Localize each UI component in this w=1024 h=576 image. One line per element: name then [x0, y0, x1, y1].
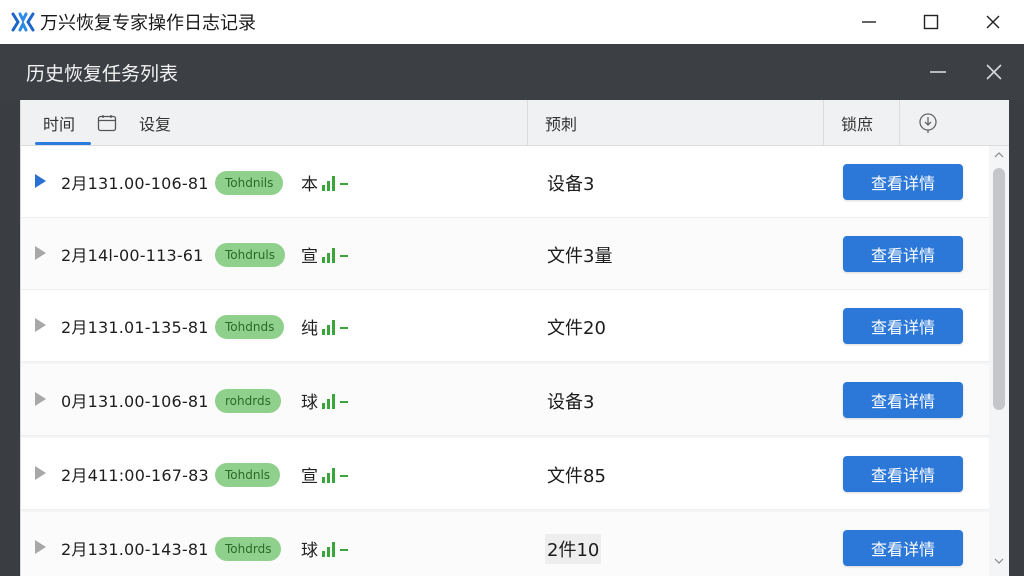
- task-time: 2月131.01-135-81: [61, 318, 209, 337]
- wondershare-logo-icon: [10, 9, 36, 35]
- table-row[interactable]: 0月131.00-106-81 rohdrds 球 设备3 查看详情: [21, 364, 989, 436]
- signal-strength-icon: [322, 319, 348, 335]
- close-icon[interactable]: [978, 56, 1010, 88]
- task-time: 2月131.00-143-81: [61, 540, 209, 559]
- task-type-label: 球: [301, 393, 318, 413]
- table-row[interactable]: 2月131.01-135-81 Tohdnds 纯 文件20 查看详情: [21, 290, 989, 362]
- view-details-button[interactable]: 查看详情: [843, 236, 963, 272]
- minimize-icon[interactable]: [922, 56, 954, 88]
- signal-strength-icon: [322, 393, 348, 409]
- task-type-label: 本: [301, 175, 318, 195]
- dialog-controls: [922, 44, 1010, 100]
- expand-arrow-icon[interactable]: [35, 540, 46, 554]
- window-titlebar: 万兴恢复专家操作日志记录: [0, 0, 1024, 44]
- task-list-panel: 时间 设复 预刺 锁庶 2月131.00-106-81 Tohdnils 本设备3 查…: [20, 100, 1009, 576]
- column-header-lock[interactable]: 锁庶: [841, 100, 873, 146]
- task-estimate: 文件3量: [547, 246, 613, 267]
- column-divider: [899, 100, 900, 146]
- scroll-down-icon[interactable]: [993, 556, 1005, 566]
- status-badge: Tohdnls: [215, 463, 281, 487]
- task-type: 球: [301, 388, 348, 413]
- maximize-icon[interactable]: [900, 0, 962, 44]
- column-divider: [527, 100, 528, 146]
- expand-arrow-icon[interactable]: [35, 246, 46, 260]
- task-rows: 2月131.00-106-81 Tohdnils 本设备3 查看详情 2月14l-00-…: [21, 146, 989, 576]
- window-title: 万兴恢复专家操作日志记录: [40, 13, 256, 34]
- task-type-label: 球: [301, 541, 318, 561]
- view-details-button[interactable]: 查看详情: [843, 164, 963, 200]
- dialog-title: 历史恢复任务列表: [26, 62, 179, 85]
- dialog-header: 历史恢复任务列表: [0, 44, 1024, 100]
- status-badge: Tohdruls: [215, 243, 285, 267]
- expand-arrow-icon[interactable]: [35, 174, 46, 188]
- active-tab-indicator: [35, 142, 91, 145]
- task-type: 本: [301, 170, 348, 195]
- task-type: 球: [301, 536, 348, 561]
- task-time: 2月411:00-167-83: [61, 466, 209, 485]
- minimize-icon[interactable]: [838, 0, 900, 44]
- table-row[interactable]: 2月131.00-106-81 Tohdnils 本 设备3 查看详情: [21, 146, 989, 218]
- scrollbar[interactable]: [989, 146, 1009, 576]
- task-estimate: 文件85: [547, 466, 606, 487]
- task-time: 2月131.00-106-81: [61, 174, 209, 193]
- view-details-button[interactable]: 查看详情: [843, 382, 963, 418]
- view-details-button[interactable]: 查看详情: [843, 530, 963, 566]
- column-divider: [823, 100, 824, 146]
- task-estimate: 2件10: [545, 534, 602, 564]
- expand-arrow-icon[interactable]: [35, 318, 46, 332]
- signal-strength-icon: [322, 541, 348, 557]
- view-details-button[interactable]: 查看详情: [843, 456, 963, 492]
- task-estimate: 设备3: [547, 174, 595, 195]
- status-badge: Tohdnils: [215, 171, 284, 195]
- expand-arrow-icon[interactable]: [35, 466, 46, 480]
- signal-strength-icon: [322, 247, 348, 263]
- task-type: 宣: [301, 462, 348, 487]
- view-details-button[interactable]: 查看详情: [843, 308, 963, 344]
- task-type-label: 宣: [301, 467, 318, 487]
- scroll-thumb[interactable]: [993, 168, 1005, 410]
- table-header: 时间 设复 预刺 锁庶: [21, 100, 1009, 146]
- task-time: 2月14l-00-113-61: [61, 246, 204, 265]
- task-estimate: 文件20: [547, 318, 606, 339]
- column-header-estimate[interactable]: 预刺: [545, 100, 577, 146]
- task-type-label: 宣: [301, 247, 318, 267]
- tab-time[interactable]: 时间: [43, 100, 75, 146]
- download-icon[interactable]: [917, 100, 939, 146]
- signal-strength-icon: [322, 467, 348, 483]
- status-badge: Tohdrds: [215, 537, 282, 561]
- status-badge: Tohdnds: [215, 315, 285, 339]
- status-badge: rohdrds: [215, 389, 281, 413]
- window-controls: [838, 0, 1024, 44]
- tab-recover[interactable]: 设复: [139, 100, 171, 146]
- task-estimate: 设备3: [547, 392, 595, 413]
- scroll-up-icon[interactable]: [993, 150, 1005, 160]
- signal-strength-icon: [322, 175, 348, 191]
- task-type: 宣: [301, 242, 348, 267]
- task-time: 0月131.00-106-81: [61, 392, 209, 411]
- close-icon[interactable]: [962, 0, 1024, 44]
- table-row[interactable]: 2月411:00-167-83 Tohdnls 宣 文件85 查看详情: [21, 438, 989, 510]
- task-type-label: 纯: [301, 319, 318, 339]
- table-row[interactable]: 2月131.00-143-81 Tohdrds 球 2件10 查看详情: [21, 512, 989, 576]
- task-type: 纯: [301, 314, 348, 339]
- calendar-icon[interactable]: [97, 100, 117, 146]
- expand-arrow-icon[interactable]: [35, 392, 46, 406]
- table-row[interactable]: 2月14l-00-113-61 Tohdruls 宣 文件3量 查看详情: [21, 218, 989, 290]
